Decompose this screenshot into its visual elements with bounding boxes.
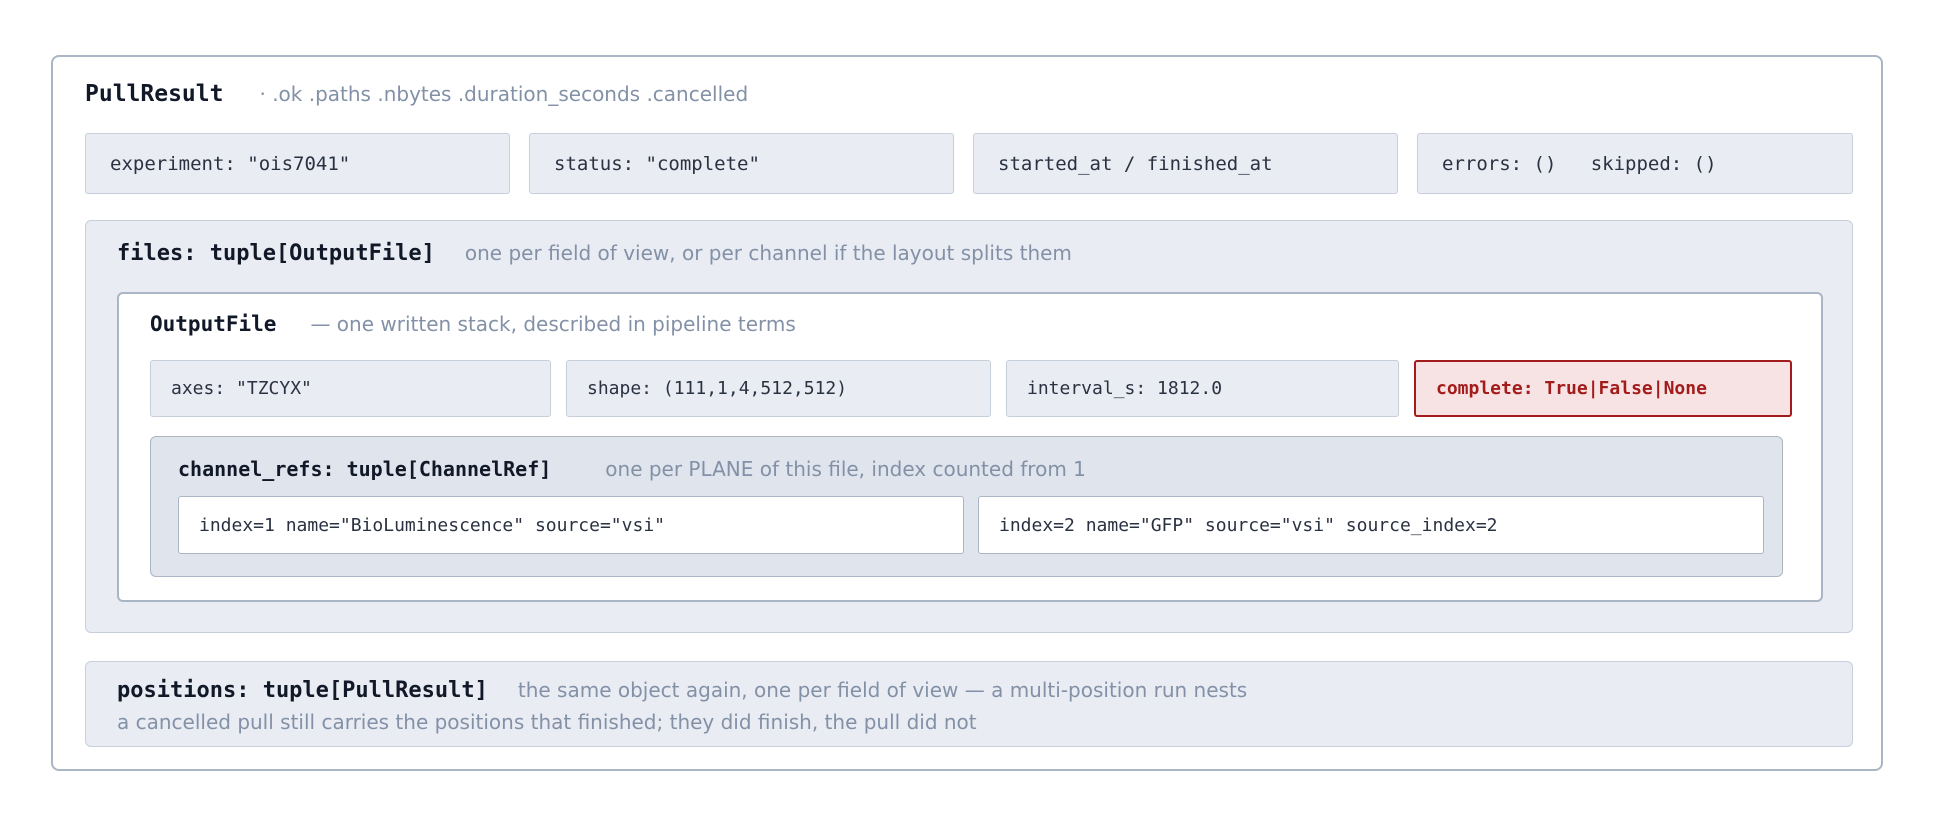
field-status: status: "complete" — [529, 133, 954, 194]
field-timestamps: started_at / finished_at — [973, 133, 1398, 194]
output-file-title: OutputFile — [150, 312, 277, 336]
channel-refs-note: one per PLANE of this file, index counte… — [605, 457, 1086, 481]
field-errors-skipped: errors: () skipped: () — [1417, 133, 1853, 194]
positions-panel: positions: tuple[PullResult] the same ob… — [85, 661, 1853, 747]
field-complete: complete: True|False|None — [1414, 360, 1792, 417]
pull-result-header: PullResult · .ok .paths .nbytes .duratio… — [85, 81, 748, 107]
pull-result-subtitle: · .ok .paths .nbytes .duration_seconds .… — [259, 82, 749, 106]
output-file-card: OutputFile — one written stack, describe… — [117, 292, 1823, 602]
field-shape: shape: (111,1,4,512,512) — [566, 360, 991, 417]
channel-ref-item: index=1 name="BioLuminescence" source="v… — [178, 496, 964, 554]
field-axes: axes: "TZCYX" — [150, 360, 551, 417]
positions-note: the same object again, one per field of … — [517, 678, 1248, 702]
files-note: one per field of view, or per channel if… — [464, 241, 1072, 265]
channel-ref-item: index=2 name="GFP" source="vsi" source_i… — [978, 496, 1764, 554]
output-file-header: OutputFile — one written stack, describe… — [150, 312, 796, 336]
positions-header: positions: tuple[PullResult] the same ob… — [117, 678, 1247, 703]
channel-refs-title: channel_refs: tuple[ChannelRef] — [178, 457, 552, 481]
channel-refs-header: channel_refs: tuple[ChannelRef] one per … — [178, 457, 1086, 481]
field-experiment: experiment: "ois7041" — [85, 133, 510, 194]
channel-refs-panel: channel_refs: tuple[ChannelRef] one per … — [150, 436, 1783, 577]
output-file-note: — one written stack, described in pipeli… — [310, 312, 796, 336]
pull-result-box: PullResult · .ok .paths .nbytes .duratio… — [51, 55, 1883, 771]
files-title: files: tuple[OutputFile] — [117, 241, 435, 266]
positions-title: positions: tuple[PullResult] — [117, 678, 488, 703]
files-panel: files: tuple[OutputFile] one per field o… — [85, 220, 1853, 633]
field-interval: interval_s: 1812.0 — [1006, 360, 1399, 417]
pull-result-title: PullResult — [85, 81, 224, 107]
files-header: files: tuple[OutputFile] one per field o… — [117, 241, 1072, 266]
positions-note-2: a cancelled pull still carries the posit… — [117, 710, 977, 734]
